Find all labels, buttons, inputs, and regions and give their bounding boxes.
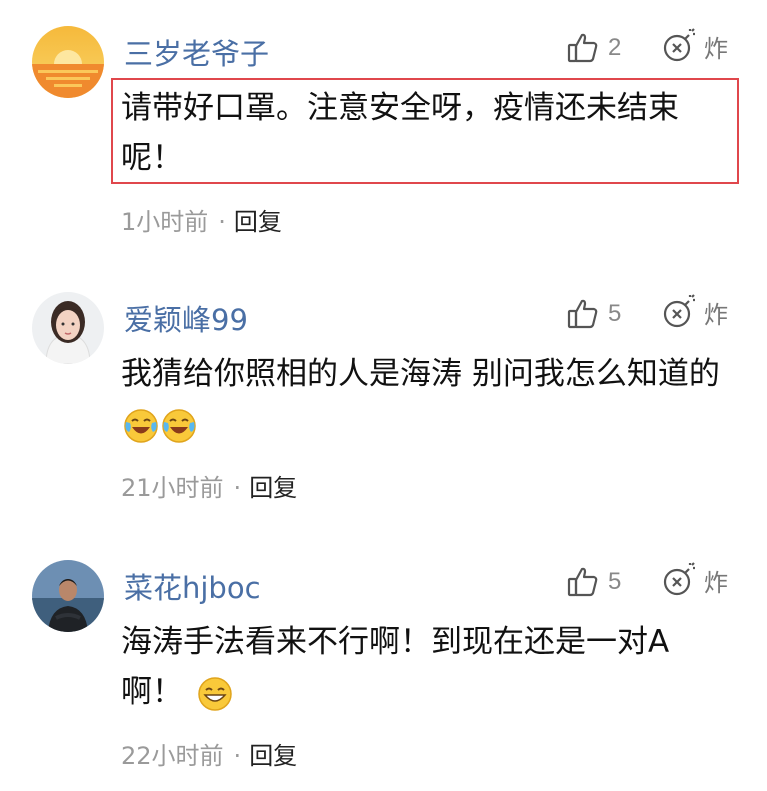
avatar[interactable] bbox=[32, 560, 104, 632]
comment-meta: 21小时前 · 回复 bbox=[121, 468, 297, 503]
thumbs-up-icon bbox=[567, 567, 598, 597]
bomb-button[interactable]: 炸 bbox=[660, 292, 728, 332]
like-button[interactable]: 5 bbox=[566, 562, 621, 602]
bomb-label: 炸 bbox=[704, 300, 728, 329]
laughing-crying-emoji-icon bbox=[124, 408, 158, 443]
username[interactable]: 爱颖峰99 bbox=[124, 302, 248, 338]
bomb-button[interactable]: 炸 bbox=[660, 26, 728, 66]
separator: · bbox=[218, 208, 226, 236]
comment-meta: 22小时前 · 回复 bbox=[121, 736, 297, 771]
separator: · bbox=[233, 474, 242, 502]
reply-button[interactable]: 回复 bbox=[249, 474, 297, 502]
laughing-crying-emoji-icon bbox=[162, 408, 196, 443]
bomb-icon bbox=[663, 28, 695, 62]
comment-meta: 1小时前 · 回复 bbox=[121, 202, 282, 237]
reply-button[interactable]: 回复 bbox=[249, 742, 297, 770]
comment-text: 海涛手法看来不行啊！到现在还是一对A啊！ bbox=[121, 617, 731, 717]
timestamp: 22小时前 bbox=[121, 742, 224, 770]
comment-item: 菜花hjboc 5 炸 海涛手法看来不行啊！到现在还是一对A啊！ 22小时前 · 回… bbox=[0, 560, 767, 780]
highlight-box bbox=[111, 78, 739, 184]
reply-button[interactable]: 回复 bbox=[234, 208, 282, 236]
like-count: 5 bbox=[608, 568, 622, 595]
comment-text: 我猜给你照相的人是海涛 别问我怎么知道的 bbox=[121, 349, 731, 449]
bomb-button[interactable]: 炸 bbox=[660, 560, 728, 600]
bomb-icon bbox=[663, 562, 695, 596]
thumbs-up-icon bbox=[567, 299, 598, 329]
like-button[interactable]: 2 bbox=[566, 28, 621, 68]
comment-text-content: 我猜给你照相的人是海涛 别问我怎么知道的 bbox=[121, 356, 720, 392]
like-button[interactable]: 5 bbox=[566, 294, 621, 334]
timestamp: 1小时前 bbox=[121, 208, 209, 236]
separator: · bbox=[233, 742, 242, 770]
like-count: 5 bbox=[608, 300, 622, 327]
username[interactable]: 三岁老爷子 bbox=[124, 36, 269, 72]
avatar[interactable] bbox=[32, 26, 104, 98]
comment-item: 爱颖峰99 5 炸 我猜给你照相的人是海涛 别问我怎么知道的 21小时前 · 回… bbox=[0, 292, 767, 512]
grinning-emoji-icon bbox=[198, 676, 232, 711]
timestamp: 21小时前 bbox=[121, 474, 224, 502]
like-count: 2 bbox=[608, 34, 622, 61]
bomb-icon bbox=[663, 294, 695, 328]
bomb-label: 炸 bbox=[704, 568, 728, 597]
thumbs-up-icon bbox=[567, 33, 598, 63]
bomb-label: 炸 bbox=[704, 34, 728, 63]
avatar[interactable] bbox=[32, 292, 104, 364]
username[interactable]: 菜花hjboc bbox=[124, 570, 261, 606]
